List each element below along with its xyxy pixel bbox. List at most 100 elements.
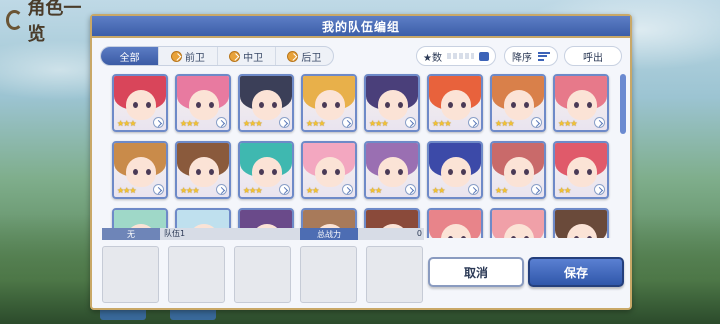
star-rating: ★★★ (117, 186, 136, 195)
tab-vanguard[interactable]: 前卫 (159, 47, 218, 65)
character-card[interactable]: ★★★ (112, 74, 168, 132)
dialog-header: 我的队伍编组 (92, 16, 630, 38)
star-rating: ★★★ (306, 119, 325, 128)
character-card[interactable]: ★★★ (238, 141, 294, 199)
star-rating: ★★ (432, 186, 445, 195)
sort-descending-icon (538, 51, 550, 61)
rank-arrow-icon (279, 117, 290, 128)
star-rating: ★★★ (243, 119, 262, 128)
filter-bar: 全部 前卫 中卫 后卫 ★数 降序 呼出 (100, 46, 622, 66)
star-rating: ★★★ (432, 119, 451, 128)
character-face (567, 90, 597, 120)
character-face (189, 157, 219, 187)
character-card[interactable]: ★★★ (364, 74, 420, 132)
character-face (567, 157, 597, 187)
rank-arrow-icon (405, 117, 416, 128)
party-slot[interactable] (234, 246, 291, 303)
cancel-button[interactable]: 取消 (428, 257, 524, 287)
party-slot[interactable] (300, 246, 357, 303)
character-card[interactable]: ★★ (553, 141, 609, 199)
character-face (315, 90, 345, 120)
tab-rearguard[interactable]: 后卫 (276, 47, 333, 65)
character-card[interactable] (427, 208, 483, 238)
position-tabs: 全部 前卫 中卫 后卫 (100, 46, 334, 66)
character-face (126, 90, 156, 120)
rank-arrow-icon (216, 184, 227, 195)
party-header: 无 队伍1 总战力 0 (102, 228, 424, 240)
star-rating: ★★★ (369, 119, 388, 128)
rank-arrow-icon (531, 184, 542, 195)
sort-key-button[interactable]: ★数 (416, 46, 496, 66)
rank-arrow-icon (153, 117, 164, 128)
character-card[interactable]: ★★★ (175, 74, 231, 132)
character-card[interactable]: ★★ (490, 141, 546, 199)
dropdown-icon (479, 51, 489, 61)
star-rating: ★★ (495, 186, 508, 195)
party-tag: 无 (102, 228, 160, 240)
character-card[interactable]: ★★ (301, 141, 357, 199)
party-edit-dialog: 我的队伍编组 全部 前卫 中卫 后卫 ★数 降序 呼出 ★★★ ★★★ ★★★ … (90, 14, 632, 310)
character-card[interactable]: ★★★ (490, 74, 546, 132)
rank-arrow-icon (405, 184, 416, 195)
star-rating: ★★★ (558, 119, 577, 128)
character-face (189, 90, 219, 120)
total-power-label: 总战力 (300, 228, 358, 240)
character-face (252, 90, 282, 120)
character-grid[interactable]: ★★★ ★★★ ★★★ ★★★ ★★★ ★★★ ★★★ ★★★ ★★★ ★★★ ★★★ ★★ ★★ ★★ ★… (104, 72, 628, 238)
star-rating: ★★ (306, 186, 319, 195)
rank-arrow-icon (342, 184, 353, 195)
star-rating: ★★★ (180, 119, 199, 128)
star-rating: ★★★ (180, 186, 199, 195)
character-face (378, 157, 408, 187)
character-card[interactable]: ★★★ (427, 74, 483, 132)
character-face (441, 157, 471, 187)
sort-order-button[interactable]: 降序 (504, 46, 558, 66)
background-title: 角色一览 (6, 0, 86, 45)
save-button[interactable]: 保存 (528, 257, 624, 287)
rank-arrow-icon (594, 184, 605, 195)
position-icon (229, 50, 241, 62)
character-card[interactable]: ★★★ (301, 74, 357, 132)
rank-arrow-icon (216, 117, 227, 128)
character-card[interactable]: ★★★ (238, 74, 294, 132)
tab-label: 前卫 (184, 52, 205, 64)
rank-arrow-icon (594, 117, 605, 128)
party-slot[interactable] (366, 246, 423, 303)
star-rating: ★★★ (117, 119, 136, 128)
party-slot[interactable] (168, 246, 225, 303)
party-slots (102, 246, 423, 303)
tab-all[interactable]: 全部 (101, 47, 160, 65)
character-face (252, 157, 282, 187)
tab-label: 后卫 (301, 52, 322, 64)
rank-arrow-icon (342, 117, 353, 128)
star-rating: ★★ (558, 186, 571, 195)
call-label: 呼出 (583, 52, 603, 64)
character-card[interactable] (490, 208, 546, 238)
character-card[interactable]: ★★★ (175, 141, 231, 199)
rank-arrow-icon (279, 184, 290, 195)
character-card[interactable]: ★★★ (112, 141, 168, 199)
character-face (441, 90, 471, 120)
character-card[interactable]: ★★ (427, 141, 483, 199)
star-rating: ★★★ (495, 119, 514, 128)
character-face (315, 157, 345, 187)
tab-label: 中卫 (243, 52, 264, 64)
total-power-value: 0 (416, 229, 422, 238)
star-rating: ★★★ (243, 186, 262, 195)
party-slot[interactable] (102, 246, 159, 303)
sort-key-dots (446, 53, 474, 59)
character-card[interactable]: ★★★ (553, 74, 609, 132)
tab-label: 全部 (119, 52, 140, 64)
character-face (504, 90, 534, 120)
position-icon (287, 50, 299, 62)
character-card[interactable] (553, 208, 609, 238)
dialog-title: 我的队伍编组 (321, 19, 400, 34)
call-button[interactable]: 呼出 (564, 46, 622, 66)
character-face (126, 157, 156, 187)
character-card[interactable]: ★★ (364, 141, 420, 199)
rank-arrow-icon (153, 184, 164, 195)
tab-midguard[interactable]: 中卫 (218, 47, 276, 65)
background-title-text: 角色一览 (27, 0, 82, 45)
character-face (378, 90, 408, 120)
grid-scrollbar[interactable] (620, 74, 626, 134)
